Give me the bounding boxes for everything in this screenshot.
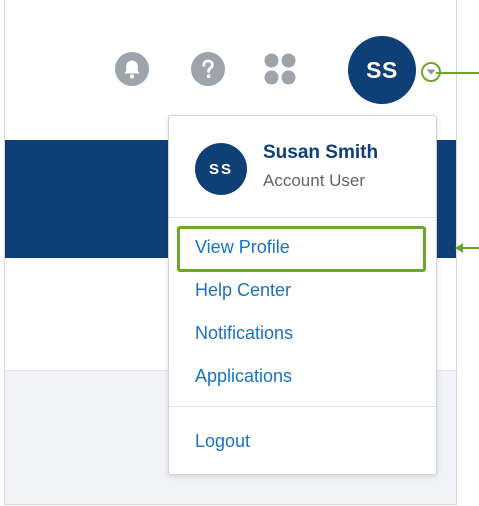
callout-arrow-icon <box>455 243 479 253</box>
apps-grid-icon[interactable] <box>263 52 297 86</box>
avatar-initials: SS <box>366 56 398 83</box>
callout-line-toggle <box>436 72 479 74</box>
user-role: Account User <box>263 171 366 190</box>
menu-divider <box>169 406 436 407</box>
user-avatar-button[interactable]: SS <box>348 36 416 104</box>
app-frame: SS SS Susan Smith Account User View Prof… <box>4 0 457 505</box>
view-profile-link[interactable]: View Profile <box>195 237 290 258</box>
applications-link[interactable]: Applications <box>195 366 292 387</box>
menu-divider <box>169 217 436 218</box>
user-dropdown-menu: SS Susan Smith Account User View Profile… <box>168 115 437 475</box>
logout-link[interactable]: Logout <box>195 431 250 452</box>
menu-avatar: SS <box>195 143 247 195</box>
notifications-link[interactable]: Notifications <box>195 323 293 344</box>
help-center-link[interactable]: Help Center <box>195 280 291 301</box>
question-icon[interactable] <box>191 52 225 86</box>
user-name: Susan Smith <box>263 142 379 163</box>
bell-icon[interactable] <box>115 52 149 86</box>
menu-avatar-initials: SS <box>208 160 233 178</box>
